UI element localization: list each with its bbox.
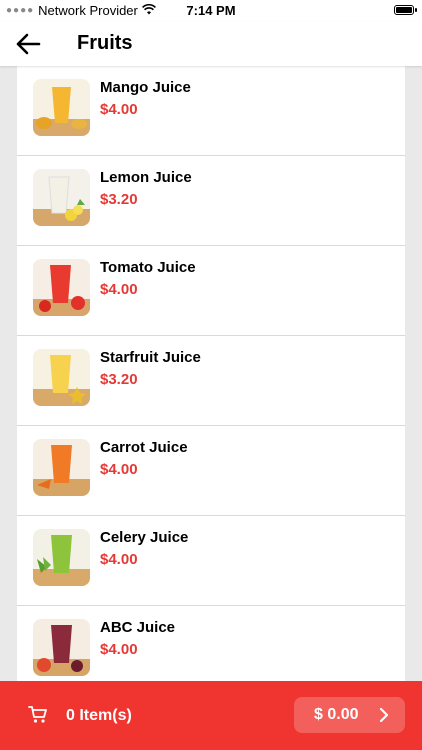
product-name: Tomato Juice xyxy=(100,259,196,276)
navigation-bar: Fruits xyxy=(0,22,422,66)
product-row-mango-juice[interactable]: Mango Juice $4.00 xyxy=(17,66,405,156)
product-price: $4.00 xyxy=(100,641,138,658)
page-title: Fruits xyxy=(77,32,133,54)
chevron-right-icon xyxy=(379,707,389,723)
product-image xyxy=(33,619,90,676)
product-image xyxy=(33,169,90,226)
product-row-lemon-juice[interactable]: Lemon Juice $3.20 xyxy=(17,156,405,246)
product-name: Starfruit Juice xyxy=(100,349,201,366)
checkout-button[interactable]: $ 0.00 xyxy=(294,697,405,733)
cart-total: $ 0.00 xyxy=(314,706,359,723)
product-image xyxy=(33,259,90,316)
product-price: $4.00 xyxy=(100,461,138,478)
product-image xyxy=(33,439,90,496)
back-button[interactable] xyxy=(14,30,42,58)
product-price: $3.20 xyxy=(100,191,138,208)
product-row-tomato-juice[interactable]: Tomato Juice $4.00 xyxy=(17,246,405,336)
battery-icon xyxy=(394,5,417,15)
status-bar: ●●●● Network Provider 7:14 PM xyxy=(0,0,422,22)
product-image xyxy=(33,79,90,136)
product-list[interactable]: Mango Juice $4.00 Lemon Juice $3.20 Toma… xyxy=(17,66,405,682)
product-name: Mango Juice xyxy=(100,79,191,96)
product-name: Lemon Juice xyxy=(100,169,192,186)
status-time: 7:14 PM xyxy=(186,3,236,18)
product-image xyxy=(33,349,90,406)
product-name: Celery Juice xyxy=(100,529,189,546)
product-image xyxy=(33,529,90,586)
cart-icon[interactable] xyxy=(28,705,48,729)
product-row-starfruit-juice[interactable]: Starfruit Juice $3.20 xyxy=(17,336,405,426)
product-row-celery-juice[interactable]: Celery Juice $4.00 xyxy=(17,516,405,606)
product-row-abc-juice[interactable]: ABC Juice $4.00 xyxy=(17,606,405,682)
cart-item-count: 0 Item(s) xyxy=(66,707,132,724)
product-name: ABC Juice xyxy=(100,619,176,636)
product-price: $4.00 xyxy=(100,281,138,298)
cart-bar: 0 Item(s) $ 0.00 xyxy=(0,681,422,750)
product-price: $4.00 xyxy=(100,101,138,118)
product-price: $4.00 xyxy=(100,551,138,568)
product-price: $3.20 xyxy=(100,371,138,388)
product-row-carrot-juice[interactable]: Carrot Juice $4.00 xyxy=(17,426,405,516)
arrow-left-icon xyxy=(16,33,41,55)
product-name: Carrot Juice xyxy=(100,439,188,456)
